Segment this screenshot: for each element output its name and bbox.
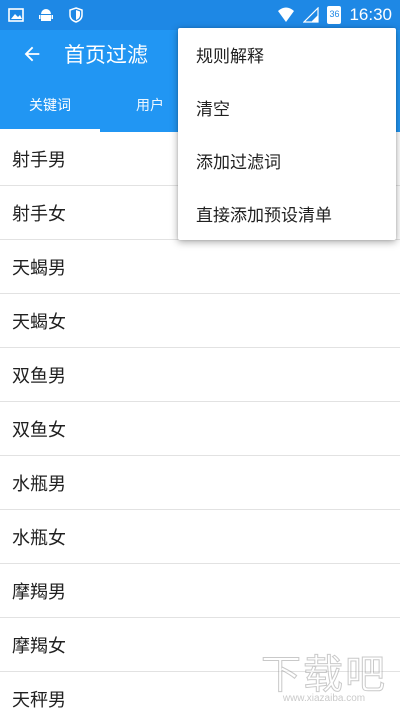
list-item[interactable]: 双鱼女 — [0, 402, 400, 456]
watermark-logo: 下载吧 — [261, 652, 387, 698]
list-item[interactable]: 水瓶男 — [0, 456, 400, 510]
image-icon — [8, 8, 24, 22]
status-bar: 36 16:30 — [0, 0, 400, 30]
menu-item-clear[interactable]: 清空 — [178, 81, 396, 134]
list-item[interactable]: 天蝎男 — [0, 240, 400, 294]
list-item[interactable]: 水瓶女 — [0, 510, 400, 564]
menu-item-add-filter-word[interactable]: 添加过滤词 — [178, 134, 396, 187]
list-item[interactable]: 摩羯男 — [0, 564, 400, 618]
list-item[interactable]: 天蝎女 — [0, 294, 400, 348]
list-item[interactable]: 双鱼男 — [0, 348, 400, 402]
shield-icon — [69, 7, 83, 23]
menu-item-add-preset-list[interactable]: 直接添加预设清单 — [178, 187, 396, 240]
watermark: 下载吧 www.xiazaiba.com — [254, 653, 394, 707]
back-button[interactable] — [0, 30, 64, 78]
battery-icon: 36 — [327, 6, 342, 24]
signal-icon — [303, 7, 320, 23]
android-icon — [39, 9, 53, 21]
status-time: 16:30 — [349, 5, 392, 24]
wifi-icon — [278, 7, 295, 22]
tab-keywords[interactable]: 关键词 — [0, 78, 100, 132]
overflow-menu: 规则解释 清空 添加过滤词 直接添加预设清单 — [178, 28, 396, 240]
status-icons-left — [8, 7, 84, 23]
menu-item-rules-explanation[interactable]: 规则解释 — [178, 28, 396, 81]
page-title: 首页过滤 — [64, 43, 148, 67]
arrow-left-icon — [24, 46, 40, 62]
watermark-url: www.xiazaiba.com — [282, 693, 366, 704]
status-icons-right: 36 16:30 — [277, 5, 392, 25]
